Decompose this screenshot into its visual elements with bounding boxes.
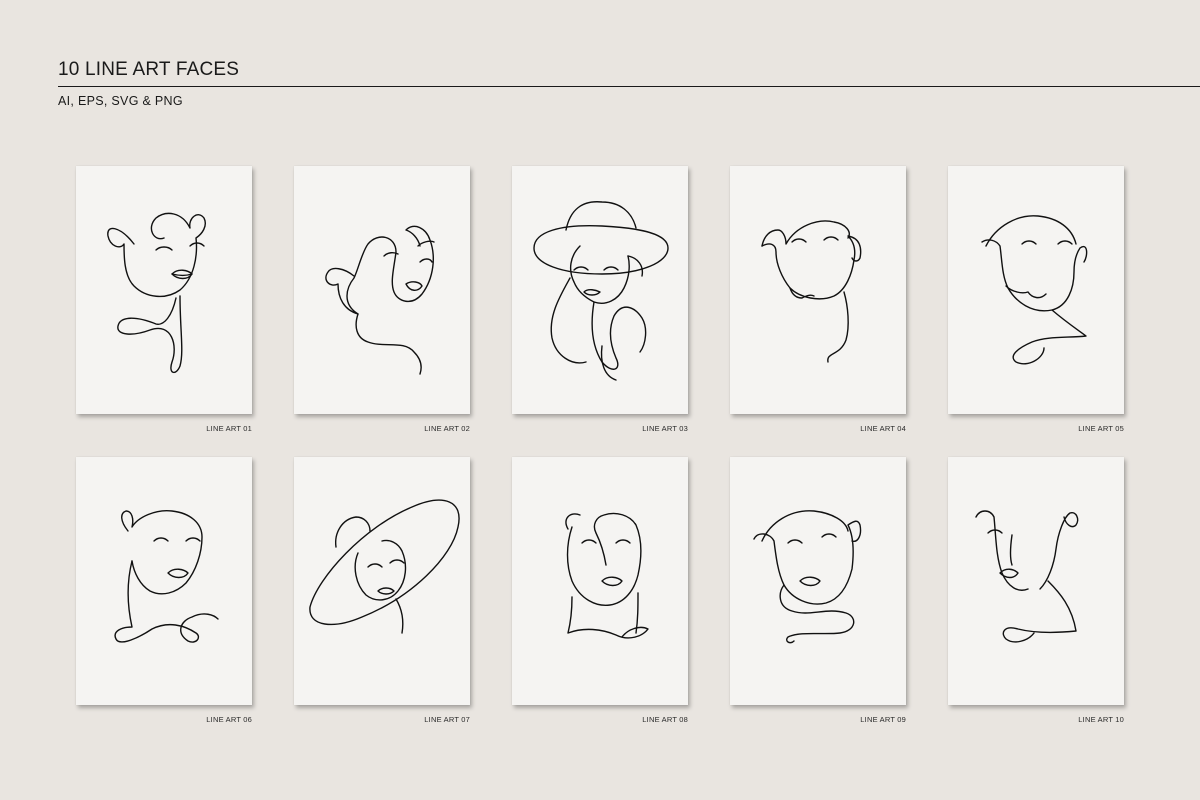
line-art-face-09: [753, 510, 862, 644]
art-card-01: [76, 166, 252, 414]
title-divider: [58, 86, 1200, 87]
art-card-08: [512, 457, 688, 705]
card-caption: LINE ART 03: [642, 424, 688, 433]
card-caption: LINE ART 05: [1078, 424, 1124, 433]
line-art-face-06: [114, 510, 219, 643]
art-card-05: [948, 166, 1124, 414]
card-caption: LINE ART 07: [424, 715, 470, 724]
card-caption: LINE ART 09: [860, 715, 906, 724]
line-art-face-10: [975, 510, 1079, 643]
line-art-face-04: [761, 220, 862, 363]
line-art-face-03-hat: [533, 201, 669, 381]
card-caption: LINE ART 01: [206, 424, 252, 433]
art-card-10: [948, 457, 1124, 705]
art-card-09: [730, 457, 906, 705]
art-card-02: [294, 166, 470, 414]
card-caption: LINE ART 08: [642, 715, 688, 724]
art-card-07: [294, 457, 470, 705]
card-caption: LINE ART 10: [1078, 715, 1124, 724]
header: 10 LINE ART FACES AI, EPS, SVG & PNG: [58, 58, 1200, 108]
line-art-face-07-hat: [309, 499, 460, 634]
line-art-face-05: [981, 215, 1088, 365]
card-caption: LINE ART 02: [424, 424, 470, 433]
line-art-face-02: [325, 225, 435, 375]
art-card-06: [76, 457, 252, 705]
page-title: 10 LINE ART FACES: [58, 59, 240, 80]
art-card-03: [512, 166, 688, 414]
card-caption: LINE ART 04: [860, 424, 906, 433]
line-art-face-01: [107, 212, 206, 373]
line-art-face-08: [565, 512, 649, 639]
art-card-04: [730, 166, 906, 414]
card-caption: LINE ART 06: [206, 715, 252, 724]
page-subtitle: AI, EPS, SVG & PNG: [58, 94, 183, 108]
